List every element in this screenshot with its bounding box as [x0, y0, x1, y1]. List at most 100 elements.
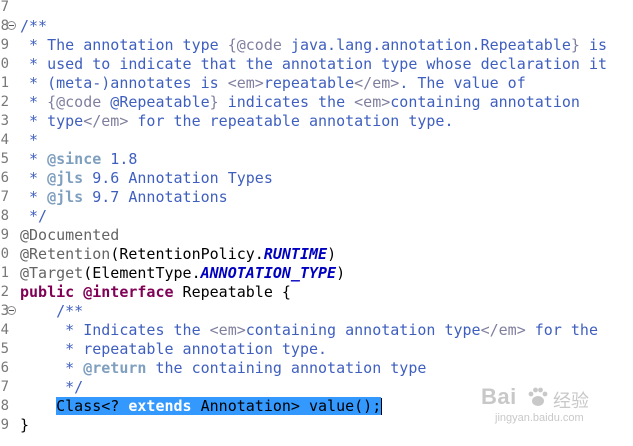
code-text: /**	[20, 302, 83, 321]
code-text: * {@code @Repeatable} indicates the <em>…	[20, 93, 580, 112]
code-line[interactable]: 5 * @since 1.8	[0, 150, 633, 169]
code-token: Repeatable {	[173, 283, 291, 301]
line-number: 1	[0, 265, 9, 281]
code-line[interactable]: 1 * (meta-)annotates is <em>repeatable</…	[0, 74, 633, 93]
fold-toggle-icon[interactable]	[7, 21, 16, 30]
line-number: 4	[0, 322, 9, 338]
code-token: /**	[20, 302, 84, 320]
code-line[interactable]: 6 * @return the containing annotation ty…	[0, 359, 633, 378]
text-selection[interactable]: Class<? extends Annotation> value();	[56, 397, 382, 415]
code-token: }	[209, 93, 219, 111]
code-token: *	[20, 188, 48, 206]
code-line[interactable]: 9 * The annotation type {@code java.lang…	[0, 36, 633, 55]
code-text: * @jls 9.6 Annotation Types	[20, 169, 273, 188]
code-token: RUNTIME	[263, 245, 328, 263]
line-number: 4	[0, 132, 9, 148]
code-token: * The annotation type	[20, 36, 228, 54]
paw-icon	[528, 387, 548, 406]
code-token: containing annotation	[390, 93, 580, 111]
code-token: @jls	[47, 188, 84, 206]
line-number: 8	[0, 398, 9, 414]
code-token: java.lang.annotation.Repeatable	[281, 36, 571, 54]
code-token: */	[20, 378, 84, 396]
watermark-logo-text: Bai	[481, 384, 517, 409]
code-text: Class<? extends Annotation> value();	[20, 397, 382, 416]
code-text: @Documented	[20, 226, 119, 245]
watermark-url: jingyan.baidu.com	[495, 412, 584, 424]
code-token: for the repeatable annotation type.	[128, 112, 454, 130]
code-token: * (meta-)annotates is	[20, 74, 228, 92]
line-number: 7	[0, 189, 9, 205]
code-token: @interface	[83, 283, 174, 301]
code-token: }	[570, 36, 580, 54]
code-line[interactable]: 0 * used to indicate that the annotation…	[0, 55, 633, 74]
code-text: }	[20, 416, 29, 435]
line-number: 5	[0, 151, 9, 167]
code-token: @Retention	[20, 245, 111, 263]
code-line[interactable]: 1 @Target(ElementType.ANNOTATION_TYPE)	[0, 264, 633, 283]
fold-toggle-icon[interactable]	[7, 306, 16, 315]
code-token: 1.8	[101, 150, 138, 168]
code-line[interactable]: 2 * {@code @Repeatable} indicates the <e…	[0, 93, 633, 112]
line-number: 7	[0, 0, 9, 15]
code-line[interactable]: 8 */	[0, 207, 633, 226]
code-token: @since	[47, 150, 102, 168]
code-token: @jls	[47, 169, 84, 187]
line-number: 1	[0, 75, 9, 91]
code-line[interactable]: 9 @Documented	[0, 226, 633, 245]
line-number: 7	[0, 379, 9, 395]
line-number: 9	[0, 37, 9, 53]
code-text: @Target(ElementType.ANNOTATION_TYPE)	[20, 264, 345, 283]
code-token: {@code	[47, 93, 102, 111]
line-number: 6	[0, 360, 9, 376]
code-token: the containing annotation type	[146, 359, 427, 377]
code-line[interactable]: 0 @Retention(RetentionPolicy.RUNTIME)	[0, 245, 633, 264]
code-token: repeatable	[263, 74, 355, 92]
code-line[interactable]: 3 /**	[0, 302, 633, 321]
code-line[interactable]: 7 * @jls 9.7 Annotations	[0, 188, 633, 207]
code-token: containing annotation type	[245, 321, 481, 339]
code-line[interactable]: 3 * type</em> for the repeatable annotat…	[0, 112, 633, 131]
code-line[interactable]: 4 * Indicates the <em>containing annotat…	[0, 321, 633, 340]
code-token: for the	[525, 321, 598, 339]
code-text: public @interface Repeatable {	[20, 283, 291, 302]
code-token: public	[20, 283, 75, 301]
code-line[interactable]: 8/**	[0, 17, 633, 36]
code-token: )	[336, 264, 346, 282]
baidu-jingyan-watermark: Bai 经验 jingyan.baidu.com	[481, 384, 611, 428]
code-token: Annotation> value();	[191, 397, 382, 415]
code-line[interactable]: 4 *	[0, 131, 633, 150]
code-token: @Target	[20, 264, 84, 282]
line-number: 9	[0, 417, 9, 433]
code-token: </em>	[354, 74, 400, 92]
code-line[interactable]: 5 * repeatable annotation type.	[0, 340, 633, 359]
code-line[interactable]: 6 * @jls 9.6 Annotation Types	[0, 169, 633, 188]
code-token: /**	[20, 17, 48, 35]
code-token: <em>	[227, 74, 264, 92]
code-line[interactable]: 2 public @interface Repeatable {	[0, 283, 633, 302]
code-token: @return	[83, 359, 147, 377]
code-editor[interactable]: 7 8/** 9 * The annotation type {@code java…	[0, 0, 633, 446]
line-number: 6	[0, 170, 9, 186]
code-text: * Indicates the <em>containing annotatio…	[20, 321, 598, 340]
code-token: *	[20, 131, 39, 149]
line-number: 0	[0, 246, 9, 262]
code-line[interactable]: 7	[0, 0, 633, 17]
line-number: 8	[0, 208, 9, 224]
code-token: . The value of	[399, 74, 526, 92]
code-token: (ElementType.	[83, 264, 201, 282]
code-token: ANNOTATION_TYPE	[200, 264, 337, 282]
code-text: * The annotation type {@code java.lang.a…	[20, 36, 607, 55]
code-token: extends	[128, 397, 192, 415]
line-number: 2	[0, 284, 9, 300]
code-token: * used to indicate that the annotation t…	[20, 55, 607, 73]
text-caret	[381, 398, 382, 415]
code-token: is	[579, 36, 608, 54]
code-text: */	[20, 378, 83, 397]
code-token: *	[20, 359, 84, 377]
code-token: * repeatable annotation type.	[20, 340, 328, 358]
code-token: }	[20, 416, 30, 434]
code-token: </em>	[480, 321, 526, 339]
code-text: /**	[20, 17, 47, 36]
